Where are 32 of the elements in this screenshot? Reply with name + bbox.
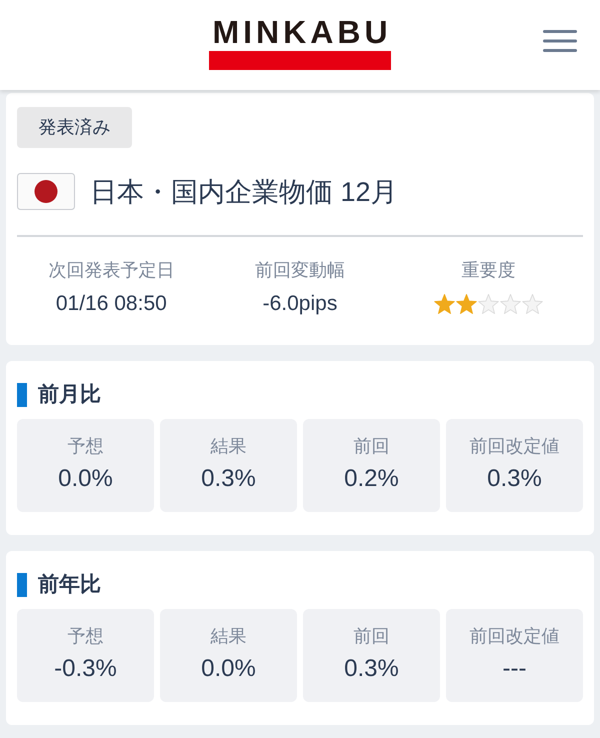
heading-accent-bar: [17, 573, 27, 597]
stat-value: -6.0pips: [262, 291, 338, 317]
tile-value: 0.3%: [487, 464, 542, 494]
japan-flag-icon: [17, 173, 75, 210]
heading-accent-bar: [17, 383, 27, 407]
star-filled-icon: [434, 294, 456, 314]
tile-value: -0.3%: [54, 654, 117, 684]
stat-label: 次回発表予定日: [48, 259, 174, 282]
section-heading: 前月比: [38, 382, 101, 408]
status-badge: 発表済み: [17, 107, 132, 148]
star-filled-icon: [456, 294, 478, 314]
logo-text: MINKABU: [211, 18, 392, 46]
stat-label: 前回変動幅: [254, 259, 345, 282]
tile-value: 0.2%: [344, 464, 399, 494]
section-heading: 前年比: [38, 572, 101, 598]
stat-value: 01/16 08:50: [56, 291, 167, 317]
tile-label: 結果: [210, 625, 246, 648]
tile-label: 予想: [68, 435, 104, 458]
tile-label: 前回改定値: [470, 625, 560, 648]
tile-value: 0.3%: [201, 464, 256, 494]
event-title: 日本・国内企業物価 12月: [90, 176, 398, 208]
stat-label: 重要度: [462, 259, 516, 282]
tile-label: 結果: [210, 435, 246, 458]
tile-label: 前回: [354, 435, 390, 458]
tile-label: 予想: [68, 625, 104, 648]
tile-value: ---: [502, 654, 526, 684]
tile-label: 前回: [354, 625, 390, 648]
tile-value: 0.0%: [58, 464, 113, 494]
menu-icon[interactable]: [543, 30, 577, 52]
tile-label: 前回改定値: [470, 435, 560, 458]
tile-value: 0.3%: [344, 654, 399, 684]
tile-value: 0.0%: [201, 654, 256, 684]
